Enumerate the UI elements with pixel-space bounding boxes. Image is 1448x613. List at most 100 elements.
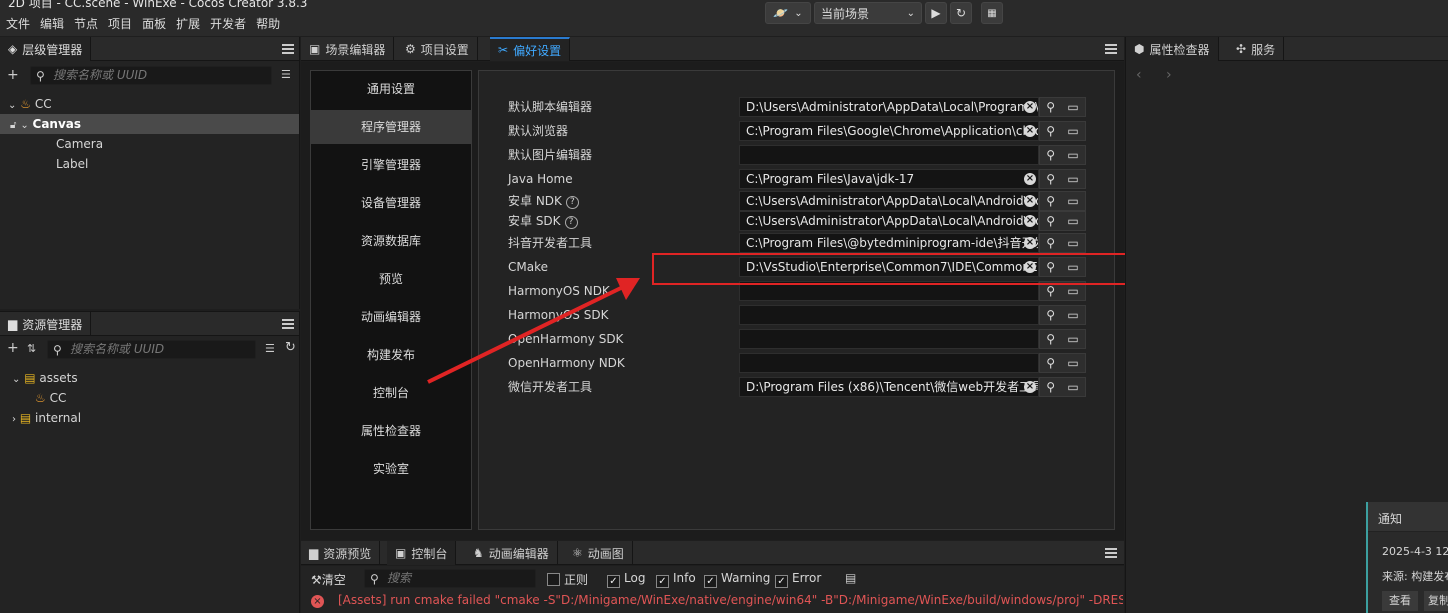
menu-node[interactable]: 节点 (74, 15, 98, 32)
menu-edit[interactable]: 编辑 (40, 15, 64, 32)
clear-icon[interactable]: × (1024, 215, 1036, 227)
notification-copy-button[interactable]: 复制 (1424, 591, 1448, 611)
sort-icon[interactable]: ⇅ (27, 342, 36, 355)
sort-icon[interactable]: ☰ (281, 68, 291, 81)
folder-open-icon[interactable]: ▭ (1067, 148, 1078, 162)
center-menu-icon[interactable] (1105, 44, 1117, 54)
folder-open-icon[interactable]: ▭ (1067, 194, 1078, 208)
search-icon[interactable]: ⚲ (1046, 380, 1055, 394)
folder-open-icon[interactable]: ▭ (1067, 284, 1078, 298)
tree-node-cc[interactable]: ⌄ ♨ CC (8, 94, 52, 114)
nav-program-manager[interactable]: 程序管理器 (311, 110, 471, 144)
folder-open-icon[interactable]: ▭ (1067, 100, 1078, 114)
tab-project-settings[interactable]: ⚙ 项目设置 (397, 37, 478, 61)
filter-regex[interactable]: 正则 (547, 571, 588, 588)
platform-dropdown[interactable]: 🪐 ⌄ (765, 2, 811, 24)
folder-open-icon[interactable]: ▭ (1067, 356, 1078, 370)
folder-open-icon[interactable]: ▭ (1067, 308, 1078, 322)
notification-view-button[interactable]: 查看 (1382, 591, 1418, 611)
pref-path-field[interactable] (739, 329, 1039, 349)
console-search-input[interactable]: ⚲ 搜索 (364, 569, 536, 588)
pref-path-field[interactable]: C:\Program Files\Google\Chrome\Applicati… (739, 121, 1039, 141)
log-file-icon[interactable]: ▤ (845, 571, 856, 585)
folder-open-icon[interactable]: ▭ (1067, 236, 1078, 250)
search-icon[interactable]: ⚲ (1046, 100, 1055, 114)
back-icon[interactable]: ‹ (1136, 67, 1142, 83)
menu-extension[interactable]: 扩展 (176, 15, 200, 32)
menu-project[interactable]: 项目 (108, 15, 132, 32)
add-node-icon[interactable]: + (7, 67, 19, 83)
folder-open-icon[interactable]: ▭ (1067, 124, 1078, 138)
hierarchy-menu-icon[interactable] (282, 44, 294, 54)
folder-open-icon[interactable]: ▭ (1067, 380, 1078, 394)
tab-scene-editor[interactable]: ▣ 场景编辑器 (301, 37, 395, 61)
search-icon[interactable]: ⚲ (1046, 356, 1055, 370)
clear-button[interactable]: ⚒清空 (311, 571, 346, 588)
help-icon[interactable]: ? (564, 216, 578, 229)
filter-error[interactable]: ✓ Error (775, 571, 821, 588)
clear-icon[interactable]: × (1024, 381, 1036, 393)
search-icon[interactable]: ⚲ (1046, 194, 1055, 208)
pref-path-field[interactable]: D:\Users\Administrator\AppData\Local\Pro… (739, 97, 1039, 117)
clear-icon[interactable]: × (1024, 101, 1036, 113)
search-icon[interactable]: ⚲ (1046, 308, 1055, 322)
pref-path-field[interactable] (739, 305, 1039, 325)
collapse-icon[interactable]: ☰ (265, 342, 275, 355)
tab-assets[interactable]: ▆ 资源管理器 (0, 312, 92, 336)
nav-lab[interactable]: 实验室 (311, 452, 471, 486)
nav-asset-db[interactable]: 资源数据库 (311, 224, 471, 258)
search-icon[interactable]: ⚲ (1046, 284, 1055, 298)
add-asset-icon[interactable]: + (7, 340, 19, 356)
refresh-button[interactable]: ↻ (950, 2, 972, 24)
hierarchy-search-input[interactable]: ⚲ 搜索名称或 UUID (30, 66, 272, 85)
asset-folder-assets[interactable]: ⌄ ▤ assets (12, 368, 78, 388)
filter-log[interactable]: ✓ Log (607, 571, 645, 588)
clear-icon[interactable]: × (1024, 173, 1036, 185)
pref-path-field[interactable]: C:\Program Files\@bytedminiprogram-ide\抖… (739, 233, 1039, 253)
nav-general[interactable]: 通用设置 (311, 72, 471, 106)
search-icon[interactable]: ⚲ (1046, 236, 1055, 250)
refresh-icon[interactable]: ↻ (285, 340, 296, 355)
scene-select[interactable]: 当前场景 ⌄ (814, 2, 922, 24)
pref-path-field[interactable]: D:\Program Files (x86)\Tencent\微信web开发者工… (739, 377, 1039, 397)
tab-animation-editor[interactable]: ♞ 动画编辑器 (465, 541, 558, 565)
clear-icon[interactable]: × (1024, 195, 1036, 207)
filter-info[interactable]: ✓ Info (656, 571, 696, 588)
pref-path-field[interactable] (739, 145, 1039, 165)
clear-icon[interactable]: × (1024, 237, 1036, 249)
help-icon[interactable]: ? (565, 196, 579, 209)
pref-path-field[interactable]: C:\Program Files\Java\jdk-17 (739, 169, 1039, 189)
search-icon[interactable]: ⚲ (1046, 332, 1055, 346)
tree-node-camera[interactable]: Camera (56, 134, 103, 154)
folder-open-icon[interactable]: ▭ (1067, 332, 1078, 346)
play-button[interactable]: ▶ (925, 2, 947, 24)
menu-panel[interactable]: 面板 (142, 15, 166, 32)
assets-search-input[interactable]: ⚲ 搜索名称或 UUID (47, 340, 256, 359)
menu-help[interactable]: 帮助 (256, 15, 280, 32)
search-icon[interactable]: ⚲ (1046, 124, 1055, 138)
filter-warning[interactable]: ✓ Warning (704, 571, 770, 588)
folder-open-icon[interactable]: ▭ (1067, 172, 1078, 186)
pref-path-field[interactable]: C:\Users\Administrator\AppData\Local\And… (739, 211, 1039, 231)
tab-inspector[interactable]: ⬢ 属性检查器 (1126, 37, 1219, 61)
tab-preferences[interactable]: ✂ 偏好设置 (490, 37, 571, 61)
search-icon[interactable]: ⚲ (1046, 148, 1055, 162)
search-icon[interactable]: ⚲ (1046, 214, 1055, 228)
tab-console[interactable]: ▣ 控制台 (387, 541, 457, 565)
asset-folder-internal[interactable]: › ▤ internal (12, 408, 81, 428)
tab-hierarchy[interactable]: ◈ 层级管理器 (0, 37, 92, 61)
folder-open-icon[interactable]: ▭ (1067, 214, 1078, 228)
tree-node-label[interactable]: Label (56, 154, 88, 174)
nav-inspector[interactable]: 属性检查器 (311, 414, 471, 448)
menu-file[interactable]: 文件 (6, 15, 30, 32)
search-icon[interactable]: ⚲ (1046, 172, 1055, 186)
forward-icon[interactable]: › (1166, 67, 1172, 83)
qrcode-button[interactable]: ▦ (981, 2, 1003, 24)
menu-developer[interactable]: 开发者 (210, 15, 246, 32)
tab-asset-preview[interactable]: ▆ 资源预览 (301, 541, 381, 565)
tab-services[interactable]: ✣ 服务 (1228, 37, 1285, 61)
nav-device-manager[interactable]: 设备管理器 (311, 186, 471, 220)
pref-path-field[interactable] (739, 353, 1039, 373)
console-menu-icon[interactable] (1105, 548, 1117, 558)
assets-menu-icon[interactable] (282, 319, 294, 329)
